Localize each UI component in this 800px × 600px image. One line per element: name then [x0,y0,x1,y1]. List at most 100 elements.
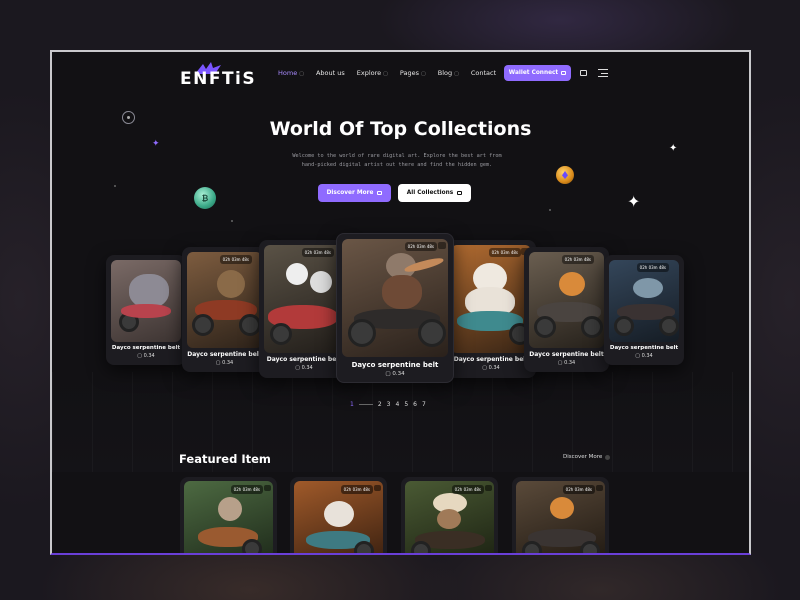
page-button[interactable]: 3 [387,401,391,408]
cart-icon[interactable] [580,70,587,76]
favorite-icon[interactable] [438,242,446,249]
discover-more-label: Discover More [563,454,603,460]
nav-item-blog[interactable]: Blog ▢ [438,69,459,77]
countdown-timer: 02h 03m 48s [230,485,263,494]
nav-item-label: About us [315,69,345,77]
nft-image [609,260,679,342]
nft-title: Dayco serpentine belt [187,351,262,358]
coin-icon: ₿ [194,187,216,209]
arrow-icon [377,191,383,195]
wheel [522,541,542,553]
nav-item-about[interactable]: About us [316,69,345,77]
nft-card[interactable]: Dayco serpentine belt ▢ 0.34 [106,255,186,365]
wheel [348,319,376,347]
countdown-timer: 02h 03m 48s [404,242,437,251]
wheel [239,314,261,336]
nft-price: ▢ 0.34 [635,353,653,359]
corgi-figure [559,272,585,296]
page-button[interactable]: 6 [413,401,417,408]
wheel [354,541,374,553]
page-button[interactable]: 1 [350,401,354,408]
star-dot [114,185,116,187]
page-indicator-line [358,404,373,405]
nav-item-label: Home [278,69,298,77]
nav-item-label: Pages [399,69,419,77]
nft-price: ▢ 0.34 [215,360,234,366]
website-frame: ENFTiS Home ▢ About us Explore ▢ Pages ▢ Bl… [50,50,751,555]
page-button[interactable]: 2 [378,401,382,408]
owl-figure [217,270,245,298]
countdown-timer: 02h 03m 48s [340,485,373,494]
all-collections-label: All Collections [406,190,454,196]
nav-item-label: Contact [470,69,497,77]
shark-figure [633,278,663,298]
page-button[interactable]: 5 [404,401,408,408]
corgi-figure [550,497,574,519]
countdown-timer: 02h 03m 48s [451,485,484,494]
featured-card[interactable]: 02h 03m 48s [512,477,609,553]
wheel [411,541,431,553]
nft-card[interactable]: 02h 03m 48s Dayco serpentine belt ▢ 0.34 [604,255,684,365]
nft-card[interactable]: 02h 03m 48s Dayco serpentine belt ▢ 0.34 [524,247,609,372]
nft-title: Dayco serpentine belt [529,351,604,358]
price-value: 0.34 [301,365,313,371]
scooter-body [121,304,171,318]
nav-item-pages[interactable]: Pages ▢ [400,69,426,77]
nft-image [264,245,344,353]
countdown-timer: 02h 03m 48s [219,255,252,264]
price-value: 0.34 [392,371,405,377]
discover-more-button[interactable]: Discover More [318,184,391,202]
wheel [242,539,262,553]
nft-price: ▢ 0.34 [385,371,405,377]
nft-card[interactable]: 02h 03m 48s Dayco serpentine belt ▢ 0.34 [446,240,536,378]
featured-card[interactable]: 02h 03m 48s [290,477,387,553]
wallet-connect-button[interactable]: Wallet Connect [504,65,571,81]
arrow-icon [457,191,463,195]
nav-item-explore[interactable]: Explore ▢ [357,69,388,77]
sparkle-icon: ✦ [669,143,678,154]
countdown-timer: 02h 03m 48s [561,255,594,264]
sheep-figure [324,501,354,527]
floor-grid [52,372,749,472]
nft-card-featured[interactable]: 02h 03m 48s Dayco serpentine belt ▢ 0.34 [336,233,454,383]
carousel-pagination: 1 2 3 4 5 6 7 [350,401,426,408]
nft-price: ▢ 0.34 [482,365,500,371]
price-value: 0.34 [488,365,500,371]
brand-logo[interactable]: ENFTiS [180,69,256,89]
featured-discover-more-link[interactable]: Discover More [563,454,611,460]
price-value: 0.34 [222,360,234,366]
chevron-down-icon: ▢ [454,71,459,77]
featured-title: Featured Item [179,452,271,466]
sparkle-icon: ✦ [627,192,641,211]
featured-card[interactable]: 02h 03m 48s [401,477,498,553]
main-nav: Home ▢ About us Explore ▢ Pages ▢ Blog ▢ Con… [278,69,496,77]
nav-item-contact[interactable]: Contact [471,69,496,77]
hero-title: World Of Top Collections [269,118,532,140]
star-dot [231,220,233,222]
page-button[interactable]: 7 [422,401,426,408]
favorite-icon[interactable] [264,485,271,491]
wheel [580,541,600,553]
chef-face [437,509,461,529]
nft-image [187,252,262,348]
featured-card[interactable]: 02h 03m 48s [180,477,277,553]
nft-price: ▢ 0.34 [557,360,576,366]
all-collections-button[interactable]: All Collections [398,184,471,202]
favorite-icon[interactable] [596,485,603,491]
nft-price: ▢ 0.34 [137,353,155,359]
page-button[interactable]: 4 [395,401,399,408]
nft-title: Dayco serpentine belt [609,345,679,351]
favorite-icon[interactable] [485,485,492,491]
countdown-timer: 02h 03m 48s [636,263,669,272]
elephant-figure [129,274,169,308]
wheel [418,319,446,347]
nft-image [451,245,531,353]
nft-card[interactable]: 02h 03m 48s Dayco serpentine belt ▢ 0.34 [182,247,267,372]
price-value: 0.34 [143,353,155,359]
countdown-timer: 02h 03m 48s [488,248,521,257]
menu-icon[interactable] [598,69,608,77]
wallet-icon [561,71,567,75]
favorite-icon[interactable] [374,485,381,491]
nft-title: Dayco serpentine belt [453,356,529,363]
nav-item-home[interactable]: Home ▢ [278,69,304,77]
